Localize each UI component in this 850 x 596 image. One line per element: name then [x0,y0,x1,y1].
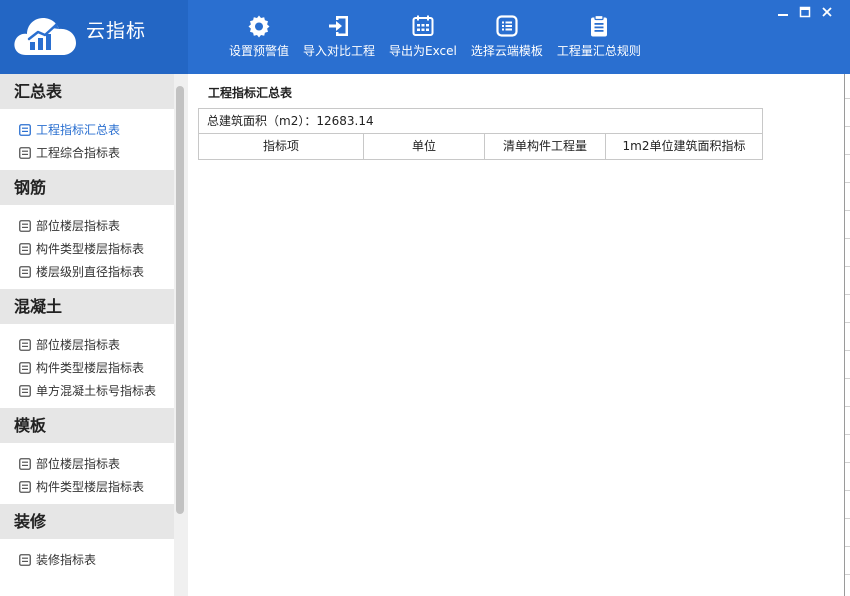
page-title: 工程指标汇总表 [208,86,293,100]
close-icon [822,7,832,17]
nav-item-label: 构件类型楼层指标表 [36,361,145,375]
maximize-button[interactable] [796,4,814,20]
section-header-rebar[interactable]: 钢筋 [0,170,188,205]
logo-area: 云指标 [0,0,188,74]
cloud-chart-logo-icon [14,18,77,55]
title-bar: 云指标 设置预警值 导入对比工程 导出为Excel 选择云端模板 工程量汇总规则 [0,0,850,74]
import-compare-project-button[interactable]: 导入对比工程 [296,0,382,74]
nav-item-decoration-index[interactable]: 装修指标表 [0,548,188,571]
import-compare-project-label: 导入对比工程 [303,44,376,58]
sidebar: 汇总表 工程指标汇总表 工程综合指标表 钢筋 部位楼层指标表 构件类型楼层指标表… [0,74,188,596]
column-header-unit[interactable]: 单位 [364,134,485,159]
nav-item-label: 工程指标汇总表 [36,123,121,137]
table-icon [19,384,31,397]
section-header-concrete[interactable]: 混凝土 [0,289,188,324]
table-icon [19,146,31,159]
clipboard-icon [590,14,607,37]
set-alert-value-label: 设置预警值 [229,44,290,58]
total-area-row: 总建筑面积（m2）：12683.14 [199,109,762,134]
background-window-edge [844,74,850,596]
section-header-decoration[interactable]: 装修 [0,504,188,539]
nav-item-formwork-component-floor[interactable]: 构件类型楼层指标表 [0,475,188,498]
maximize-icon [799,6,811,18]
nav-item-rebar-component-floor[interactable]: 构件类型楼层指标表 [0,237,188,260]
table-icon [19,219,31,232]
nav-item-concrete-location-floor[interactable]: 部位楼层指标表 [0,333,188,356]
template-icon [496,15,518,37]
app-title: 云指标 [86,20,147,42]
table-icon [19,265,31,278]
table-icon [19,338,31,351]
import-icon [329,16,349,36]
table-icon [19,242,31,255]
select-cloud-template-label: 选择云端模板 [470,44,543,58]
sidebar-scrollbar-thumb[interactable] [176,86,184,514]
nav-item-concrete-component-floor[interactable]: 构件类型楼层指标表 [0,356,188,379]
quantity-summary-rules-label: 工程量汇总规则 [556,44,641,58]
table-icon [19,123,31,136]
nav-item-concrete-grade-per-unit[interactable]: 单方混凝土标号指标表 [0,379,188,402]
excel-export-icon [412,15,434,36]
toolbar: 设置预警值 导入对比工程 导出为Excel 选择云端模板 工程量汇总规则 [222,0,648,74]
nav-item-label: 装修指标表 [36,553,97,567]
minimize-button[interactable] [774,4,792,20]
nav-item-project-index-summary[interactable]: 工程指标汇总表 [0,118,188,141]
quantity-summary-rules-button[interactable]: 工程量汇总规则 [550,0,648,74]
select-cloud-template-button[interactable]: 选择云端模板 [464,0,550,74]
table-icon [19,553,31,566]
nav-item-rebar-floor-grade-diameter[interactable]: 楼层级别直径指标表 [0,260,188,283]
close-button[interactable] [818,4,836,20]
nav-item-label: 部位楼层指标表 [36,338,121,352]
section-header-summary[interactable]: 汇总表 [0,74,188,109]
nav-item-formwork-location-floor[interactable]: 部位楼层指标表 [0,452,188,475]
section-header-formwork[interactable]: 模板 [0,408,188,443]
nav-item-label: 楼层级别直径指标表 [36,265,145,279]
table-icon [19,457,31,470]
column-header-per-m2-index[interactable]: 1m2单位建筑面积指标 [606,134,762,159]
nav-item-project-composite-index[interactable]: 工程综合指标表 [0,141,188,164]
gear-icon [248,15,270,38]
nav-item-label: 构件类型楼层指标表 [36,242,145,256]
table-header-row: 指标项 单位 清单构件工程量 1m2单位建筑面积指标 [199,134,762,159]
nav-item-label: 工程综合指标表 [36,146,121,160]
main-content: 工程指标汇总表 总建筑面积（m2）：12683.14 指标项 单位 清单构件工程… [188,74,844,596]
nav-item-label: 部位楼层指标表 [36,457,121,471]
table-icon [19,361,31,374]
column-header-bill-quantity[interactable]: 清单构件工程量 [485,134,606,159]
nav-item-label: 单方混凝土标号指标表 [36,384,157,398]
nav-item-label: 部位楼层指标表 [36,219,121,233]
table-icon [19,480,31,493]
column-header-index-item[interactable]: 指标项 [199,134,364,159]
export-excel-label: 导出为Excel [389,44,457,58]
export-excel-button[interactable]: 导出为Excel [382,0,464,74]
nav-item-label: 构件类型楼层指标表 [36,480,145,494]
minimize-icon [778,14,788,16]
nav-item-rebar-location-floor[interactable]: 部位楼层指标表 [0,214,188,237]
index-summary-table: 总建筑面积（m2）：12683.14 指标项 单位 清单构件工程量 1m2单位建… [198,108,763,160]
set-alert-value-button[interactable]: 设置预警值 [222,0,296,74]
